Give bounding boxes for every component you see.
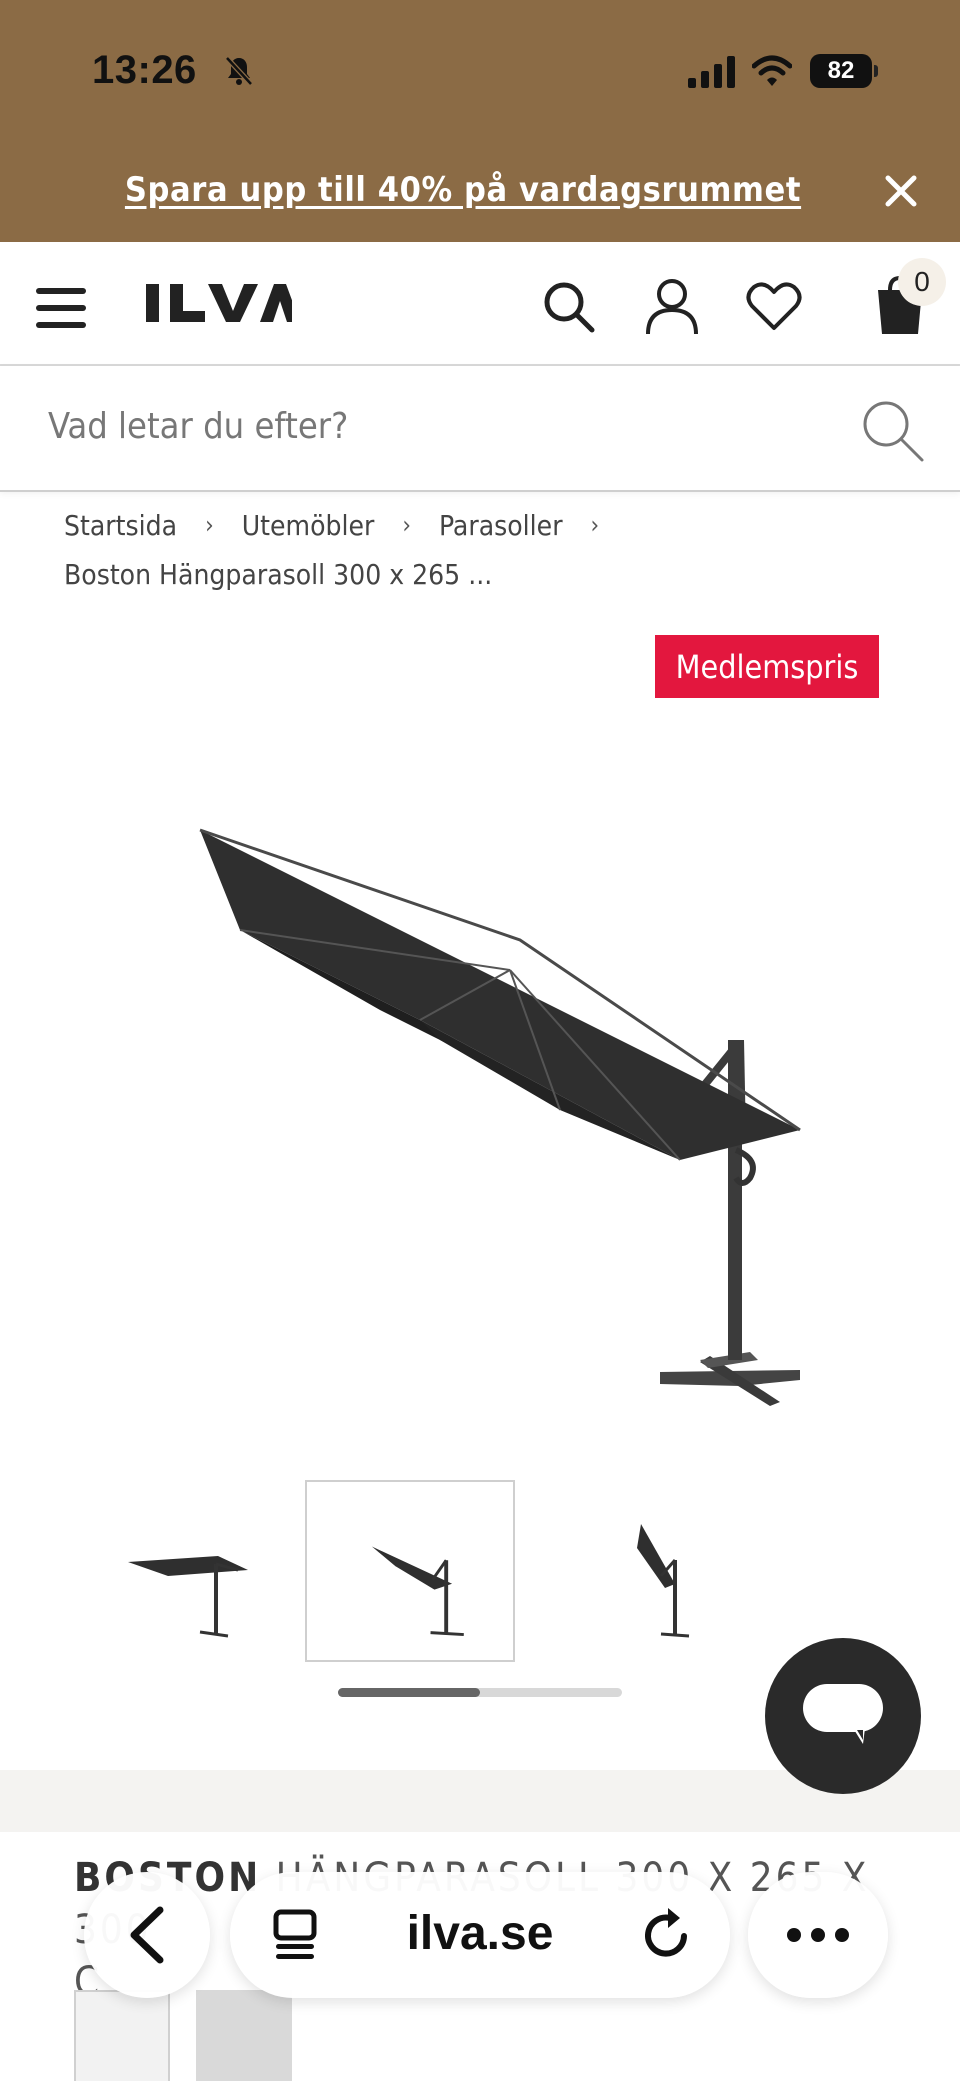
- search-input[interactable]: Vad letar du efter?: [0, 366, 960, 492]
- chevron-right-icon: ›: [205, 511, 214, 539]
- thumbnail-image: [637, 1524, 690, 1638]
- chat-button[interactable]: [765, 1638, 921, 1794]
- heart-icon[interactable]: [746, 280, 802, 332]
- chat-bubble-icon: [803, 1684, 883, 1744]
- thumbnail-image: [371, 1546, 464, 1637]
- bell-off-icon: [225, 56, 253, 86]
- cart-count-badge[interactable]: 0: [898, 258, 946, 306]
- breadcrumb-item[interactable]: Startsida: [64, 509, 177, 542]
- site-header: [0, 242, 960, 366]
- battery-icon: 82: [810, 54, 878, 88]
- breadcrumb: Startsida › Utemöbler › Parasoller › Bos…: [64, 502, 924, 592]
- breadcrumb-item[interactable]: Utemöbler: [242, 509, 375, 542]
- browser-more-button[interactable]: [748, 1872, 888, 1998]
- status-time: 13:26: [92, 48, 197, 92]
- close-icon[interactable]: [882, 172, 920, 210]
- chevron-left-icon: [130, 1906, 164, 1964]
- wifi-icon: [752, 55, 792, 86]
- thumbnail[interactable]: [565, 1480, 775, 1662]
- gallery-scrollbar[interactable]: [338, 1688, 622, 1697]
- ilva-logo[interactable]: [142, 272, 292, 332]
- menu-icon[interactable]: [36, 286, 88, 330]
- user-icon[interactable]: [644, 276, 700, 336]
- breadcrumb-current: Boston Hängparasoll 300 x 265 ...: [64, 558, 493, 591]
- breadcrumb-item[interactable]: Parasoller: [439, 509, 563, 542]
- variant-swatch[interactable]: [196, 1990, 292, 2081]
- reader-mode-icon[interactable]: [268, 1908, 324, 1962]
- url-text[interactable]: ilva.se: [320, 1906, 640, 1961]
- browser-address-bar[interactable]: ilva.se: [230, 1872, 730, 1998]
- signal-icon: [688, 56, 735, 88]
- member-price-badge: Medlemspris: [655, 635, 879, 698]
- product-image[interactable]: [180, 800, 840, 1420]
- chevron-right-icon: ›: [402, 511, 411, 539]
- thumbnail-image: [128, 1556, 248, 1638]
- promo-banner: 13:26 82 Spara upp till 40% på vardagsru…: [0, 0, 960, 242]
- gallery-scrollbar-thumb[interactable]: [338, 1688, 480, 1697]
- thumbnail[interactable]: [108, 1480, 318, 1662]
- more-icon: [787, 1928, 849, 1942]
- search-icon[interactable]: [540, 278, 596, 334]
- reload-icon[interactable]: [640, 1906, 696, 1964]
- battery-level: 82: [810, 54, 872, 88]
- thumbnail-selected[interactable]: [305, 1480, 515, 1662]
- search-placeholder: Vad letar du efter?: [48, 406, 349, 447]
- browser-back-button[interactable]: [84, 1872, 210, 1998]
- search-icon[interactable]: [858, 396, 926, 464]
- chevron-right-icon: ›: [590, 511, 600, 539]
- variant-swatch[interactable]: [74, 1990, 170, 2081]
- promo-link[interactable]: Spara upp till 40% på vardagsrummet: [0, 170, 926, 210]
